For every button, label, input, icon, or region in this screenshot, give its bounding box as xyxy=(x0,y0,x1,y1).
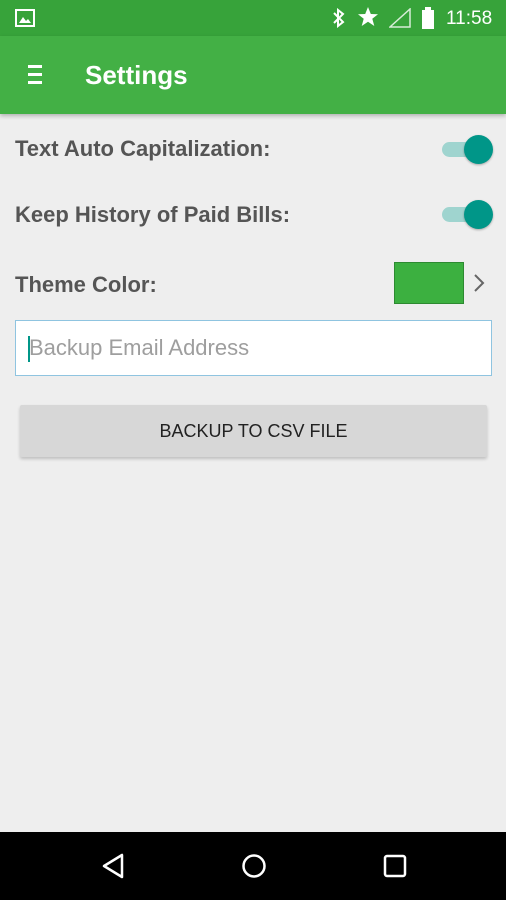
page-title: Settings xyxy=(85,60,188,90)
recents-icon[interactable] xyxy=(382,852,408,885)
theme-color-swatch[interactable] xyxy=(394,262,464,304)
backup-to-csv-button[interactable]: BACKUP TO CSV FILE xyxy=(20,405,487,457)
toggle-thumb xyxy=(464,200,493,229)
home-icon[interactable] xyxy=(240,852,268,885)
keep-history-toggle[interactable] xyxy=(440,197,496,231)
text-auto-capitalization-label: Text Auto Capitalization: xyxy=(15,136,271,161)
toggle-thumb xyxy=(464,135,493,164)
status-time: 11:58 xyxy=(446,8,493,29)
keep-history-label: Keep History of Paid Bills: xyxy=(15,202,291,227)
signal-icon xyxy=(388,7,411,33)
status-bar: 11:58 xyxy=(0,0,506,36)
app-bar: Settings xyxy=(0,36,506,114)
back-icon[interactable] xyxy=(100,852,126,885)
text-auto-capitalization-toggle[interactable] xyxy=(440,132,496,166)
battery-icon xyxy=(421,7,435,34)
backup-email-input[interactable] xyxy=(15,320,492,376)
chevron-right-icon[interactable] xyxy=(473,273,485,298)
text-caret xyxy=(28,336,30,362)
navigation-bar xyxy=(0,832,506,900)
theme-color-label: Theme Color: xyxy=(15,272,157,297)
bluetooth-icon xyxy=(332,7,346,33)
star-icon xyxy=(357,6,379,33)
gallery-icon xyxy=(15,9,35,32)
menu-icon[interactable] xyxy=(26,63,46,87)
